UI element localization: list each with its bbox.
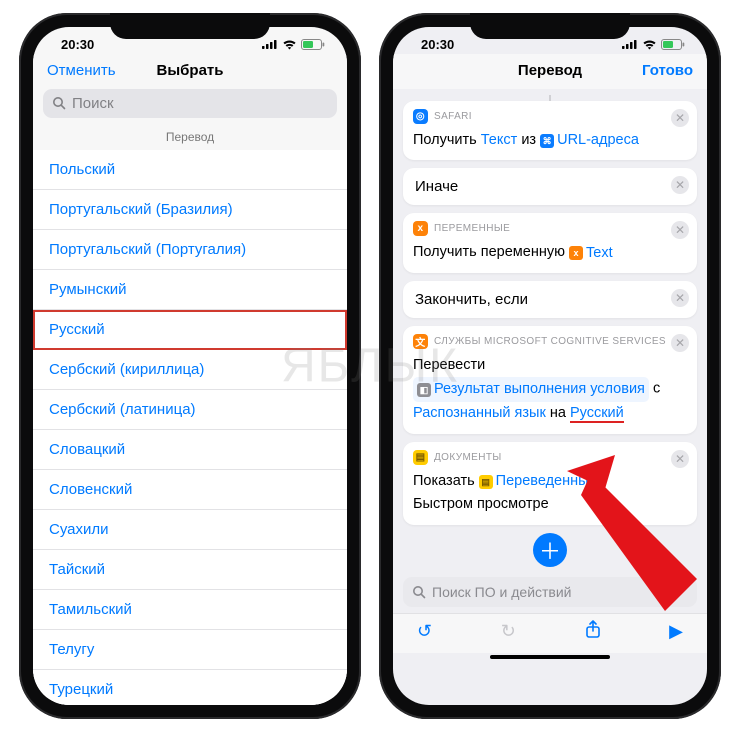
remove-action-icon[interactable]: ✕ — [671, 109, 689, 127]
search-placeholder: Поиск — [72, 95, 114, 112]
cellular-icon — [622, 39, 638, 49]
translate-icon: 文 — [413, 334, 428, 349]
battery-icon — [661, 39, 685, 50]
undo-button[interactable]: ↺ — [417, 621, 432, 642]
nav-bar: Отменить Выбрать — [33, 54, 347, 89]
share-button[interactable] — [585, 620, 601, 643]
search-icon — [52, 96, 66, 110]
battery-icon — [301, 39, 325, 50]
screen-right: 20:30 Перевод Готово ✕ ◎SAFARI Получить … — [393, 27, 707, 705]
wifi-icon — [282, 39, 297, 50]
nav-title: Выбрать — [157, 62, 224, 79]
language-row[interactable]: Русский — [33, 310, 347, 350]
language-row[interactable]: Португальский (Португалия) — [33, 230, 347, 270]
cellular-icon — [262, 39, 278, 49]
status-time: 20:30 — [61, 37, 94, 52]
language-row[interactable]: Турецкий — [33, 670, 347, 705]
doc-icon: ▤ — [479, 475, 493, 489]
action-get-variable[interactable]: ✕ xПЕРЕМЕННЫЕ Получить переменную xText — [403, 213, 697, 273]
cancel-button[interactable]: Отменить — [47, 62, 116, 79]
done-button[interactable]: Готово — [642, 62, 693, 79]
home-indicator — [490, 655, 610, 659]
action-search-field[interactable]: Поиск ПО и действий — [403, 577, 697, 607]
language-row[interactable]: Словацкий — [33, 430, 347, 470]
action-translate[interactable]: ✕ 文СЛУЖБЫ MICROSOFT COGNITIVE SERVICES П… — [403, 326, 697, 434]
remove-action-icon[interactable]: ✕ — [671, 450, 689, 468]
flow-icon: ◧ — [417, 383, 431, 397]
status-time: 20:30 — [421, 37, 454, 52]
shortcut-content: ✕ ◎SAFARI Получить Текст из ⌘URL-адреса … — [393, 89, 707, 567]
phone-left: 20:30 Отменить Выбрать Поиск Перевод Пол… — [19, 13, 361, 719]
notch — [470, 13, 630, 39]
language-row[interactable]: Суахили — [33, 510, 347, 550]
wifi-icon — [642, 39, 657, 50]
language-list: ПольскийПортугальский (Бразилия)Португал… — [33, 150, 347, 705]
run-button[interactable]: ▶ — [669, 621, 683, 642]
nav-title: Перевод — [518, 62, 582, 79]
text-token[interactable]: Текст — [481, 132, 518, 148]
if-result-token[interactable]: ◧Результат выполнения условия — [413, 377, 649, 402]
detected-language-token[interactable]: Распознанный язык — [413, 405, 546, 421]
redo-button[interactable]: ↻ — [501, 621, 516, 642]
link-icon: ⌘ — [540, 134, 554, 148]
variable-icon: x — [413, 221, 428, 236]
screen-left: 20:30 Отменить Выбрать Поиск Перевод Пол… — [33, 27, 347, 705]
notch — [110, 13, 270, 39]
language-row[interactable]: Сербский (латиница) — [33, 390, 347, 430]
remove-action-icon[interactable]: ✕ — [671, 221, 689, 239]
language-row[interactable]: Сербский (кириллица) — [33, 350, 347, 390]
phone-right: 20:30 Перевод Готово ✕ ◎SAFARI Получить … — [379, 13, 721, 719]
search-icon — [412, 585, 426, 599]
nav-bar: Перевод Готово — [393, 54, 707, 89]
section-header: Перевод — [33, 126, 347, 150]
search-field[interactable]: Поиск — [43, 89, 337, 118]
variable-token[interactable]: xText — [569, 242, 613, 265]
documents-icon: ▤ — [413, 450, 428, 465]
remove-action-icon[interactable]: ✕ — [671, 289, 689, 307]
translated-text-token[interactable]: ▤Переведенный т — [479, 470, 608, 493]
language-row[interactable]: Румынский — [33, 270, 347, 310]
language-row[interactable]: Португальский (Бразилия) — [33, 190, 347, 230]
action-show-document[interactable]: ✕ ▤ДОКУМЕНТЫ Показать ▤Переведенный т Бы… — [403, 442, 697, 525]
editor-toolbar: ↺ ↻ ▶ — [393, 613, 707, 653]
language-row[interactable]: Тайский — [33, 550, 347, 590]
action-else[interactable]: ✕ Иначе — [403, 168, 697, 205]
language-row[interactable]: Польский — [33, 150, 347, 190]
action-safari[interactable]: ✕ ◎SAFARI Получить Текст из ⌘URL-адреса — [403, 101, 697, 161]
url-variable-token[interactable]: ⌘URL-адреса — [540, 129, 639, 152]
remove-action-icon[interactable]: ✕ — [671, 334, 689, 352]
language-row[interactable]: Словенский — [33, 470, 347, 510]
target-language-token[interactable]: Русский — [570, 405, 624, 423]
language-row[interactable]: Телугу — [33, 630, 347, 670]
safari-icon: ◎ — [413, 109, 428, 124]
remove-action-icon[interactable]: ✕ — [671, 176, 689, 194]
var-icon: x — [569, 246, 583, 260]
action-end-if[interactable]: ✕ Закончить, если — [403, 281, 697, 318]
action-search-placeholder: Поиск ПО и действий — [432, 584, 572, 600]
language-row[interactable]: Тамильский — [33, 590, 347, 630]
add-action-button[interactable]: ＋ — [533, 533, 567, 567]
